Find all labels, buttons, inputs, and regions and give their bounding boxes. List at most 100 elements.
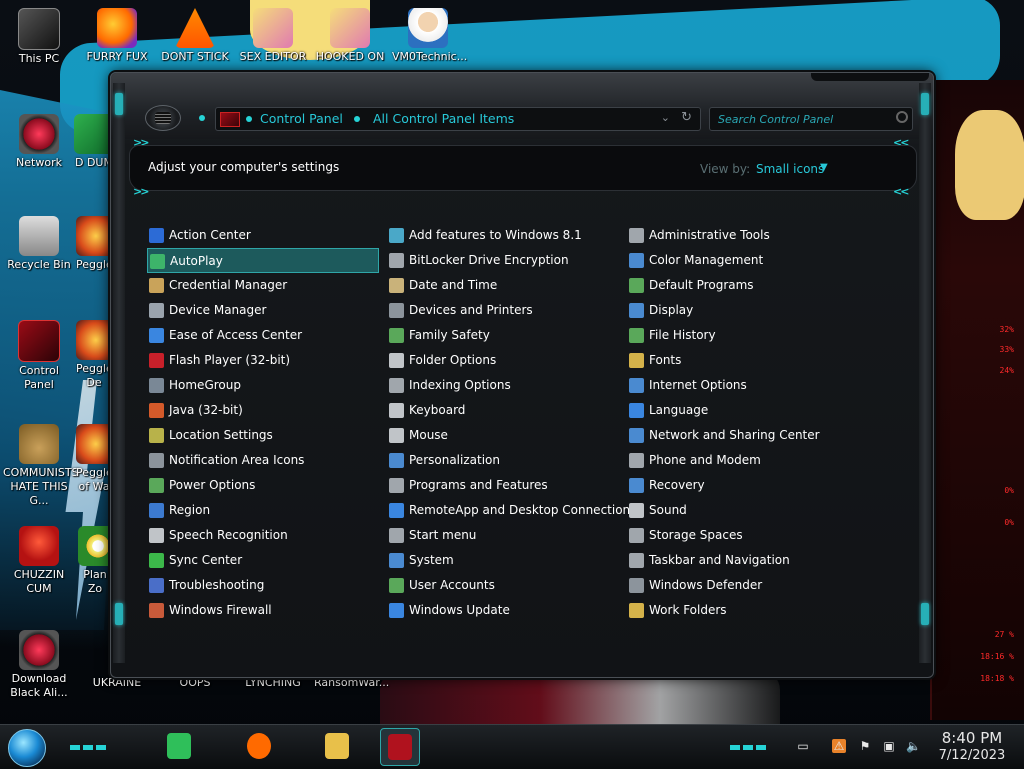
search-box[interactable] bbox=[709, 107, 913, 131]
desktop-icon-control-panel[interactable]: Control Panel bbox=[3, 320, 75, 392]
cp-item-system[interactable]: System bbox=[387, 548, 619, 573]
desktop-icon-this-pc[interactable]: This PC bbox=[3, 8, 75, 66]
desktop-icon-vm0technic[interactable]: VM0Technic... bbox=[392, 8, 467, 64]
cp-item-printer[interactable]: Devices and Printers bbox=[387, 298, 619, 323]
cp-item-label: Location Settings bbox=[169, 428, 273, 442]
breadcrumb-all-items[interactable]: All Control Panel Items bbox=[373, 111, 514, 126]
bitlocker-icon bbox=[389, 253, 404, 268]
cp-item-globe[interactable]: Region bbox=[147, 498, 379, 523]
cp-item-clock[interactable]: Date and Time bbox=[387, 273, 619, 298]
cp-item-label: Storage Spaces bbox=[649, 528, 743, 542]
cp-item-phone[interactable]: Phone and Modem bbox=[627, 448, 859, 473]
cp-item-taskbar[interactable]: Taskbar and Navigation bbox=[627, 548, 859, 573]
cp-item-user-accounts[interactable]: User Accounts bbox=[387, 573, 619, 598]
desktop-icon-lynching[interactable]: LYNCHING bbox=[237, 676, 309, 690]
desktop-icon-ransomware[interactable]: RansomWar... bbox=[314, 676, 389, 690]
cp-item-remoteapp[interactable]: RemoteApp and Desktop Connections bbox=[387, 498, 636, 523]
cp-item-admin-tools[interactable]: Administrative Tools bbox=[627, 223, 859, 248]
security-icon[interactable]: ⚠ bbox=[832, 739, 846, 753]
search-input[interactable] bbox=[716, 110, 890, 128]
system-clock[interactable]: 8:40 PM 7/12/2023 bbox=[932, 729, 1012, 764]
desktop-icon-chuzzin[interactable]: CHUZZIN CUM bbox=[3, 526, 75, 596]
java-icon bbox=[149, 403, 164, 418]
desktop-icon-peggle-deluxe[interactable]: Peggle De bbox=[76, 320, 112, 390]
cp-item-indexing[interactable]: Indexing Options bbox=[387, 373, 619, 398]
cp-item-windows-update[interactable]: Windows Update bbox=[387, 598, 619, 623]
cp-item-color-management[interactable]: Color Management bbox=[627, 248, 859, 273]
cp-item-vault[interactable]: Credential Manager bbox=[147, 273, 379, 298]
cp-item-java[interactable]: Java (32-bit) bbox=[147, 398, 379, 423]
cp-item-troubleshoot[interactable]: Troubleshooting bbox=[147, 573, 379, 598]
flag-icon[interactable]: ⚑ bbox=[858, 739, 872, 753]
desktop-icon-furry-fux[interactable]: FURRY FUX bbox=[81, 8, 153, 64]
cp-item-sync[interactable]: Sync Center bbox=[147, 548, 379, 573]
cp-item-location[interactable]: Location Settings bbox=[147, 423, 379, 448]
cp-item-family[interactable]: Family Safety bbox=[387, 323, 619, 348]
desktop-icon-communists[interactable]: COMMUNISTS HATE THIS G... bbox=[3, 424, 79, 508]
cp-item-default-programs[interactable]: Default Programs bbox=[627, 273, 859, 298]
desktop-icon-download-black[interactable]: Download Black Ali... bbox=[3, 630, 75, 700]
taskbar-button-firefox[interactable] bbox=[240, 728, 278, 764]
control-panel-items: Action Center AutoPlay Credential Manager D… bbox=[129, 209, 915, 659]
items-column: Administrative Tools Color Management Defa… bbox=[627, 223, 859, 623]
start-button[interactable] bbox=[8, 729, 46, 767]
sound-icon bbox=[629, 503, 644, 518]
cp-item-autoplay[interactable]: AutoPlay bbox=[147, 248, 379, 273]
desktop-icon-sex-editor[interactable]: SEX EDITOR bbox=[237, 8, 309, 64]
cp-item-folder-options[interactable]: Folder Options bbox=[387, 348, 619, 373]
cp-item-work-folders[interactable]: Work Folders bbox=[627, 598, 859, 623]
breadcrumb-control-panel[interactable]: Control Panel bbox=[260, 111, 343, 126]
cp-item-programs[interactable]: Programs and Features bbox=[387, 473, 619, 498]
cp-item-notification[interactable]: Notification Area Icons bbox=[147, 448, 379, 473]
cp-item-flag[interactable]: Action Center bbox=[147, 223, 379, 248]
search-icon[interactable] bbox=[896, 111, 908, 123]
desktop-icon-d-dum[interactable]: D DUM bbox=[74, 114, 114, 170]
cp-item-defender[interactable]: Windows Defender bbox=[627, 573, 859, 598]
back-forward-button[interactable] bbox=[145, 105, 181, 131]
desktop-icon-peggle[interactable]: Peggle bbox=[76, 216, 112, 272]
address-bar[interactable]: Control Panel All Control Panel Items ⌄ … bbox=[215, 107, 701, 131]
desktop-icon-hooked-on[interactable]: HOOKED ON bbox=[314, 8, 386, 64]
taskbar-button-notes-app[interactable] bbox=[160, 728, 198, 764]
cp-item-keyboard[interactable]: Keyboard bbox=[387, 398, 619, 423]
cp-item-fonts[interactable]: Fonts bbox=[627, 348, 859, 373]
chevron-down-icon[interactable]: ▼ bbox=[820, 162, 828, 173]
cp-item-homegroup[interactable]: HomeGroup bbox=[147, 373, 379, 398]
desktop-icon-dont-stick[interactable]: DONT STICK bbox=[159, 8, 231, 64]
desktop-icon-network[interactable]: Network bbox=[3, 114, 75, 170]
cp-item-sound[interactable]: Sound bbox=[627, 498, 859, 523]
cp-item-add-features[interactable]: Add features to Windows 8.1 bbox=[387, 223, 619, 248]
desktop-icon-plants-zombies[interactable]: Plan Zo bbox=[78, 526, 112, 596]
cp-item-storage[interactable]: Storage Spaces bbox=[627, 523, 859, 548]
refresh-icon[interactable]: ↻ bbox=[681, 110, 692, 125]
cp-item-personalization[interactable]: Personalization bbox=[387, 448, 619, 473]
taskbar-button-control-panel[interactable] bbox=[380, 728, 420, 766]
cp-item-bitlocker[interactable]: BitLocker Drive Encryption bbox=[387, 248, 619, 273]
cp-item-flash[interactable]: Flash Player (32-bit) bbox=[147, 348, 379, 373]
desktop-icon-peggle-wars[interactable]: Peggle of Wa bbox=[76, 424, 112, 494]
volume-icon[interactable]: 🔈 bbox=[906, 739, 921, 753]
network-icon[interactable]: ▣ bbox=[882, 739, 896, 753]
cp-item-device-manager[interactable]: Device Manager bbox=[147, 298, 379, 323]
cp-item-display[interactable]: Display bbox=[627, 298, 859, 323]
cp-item-internet-options[interactable]: Internet Options bbox=[627, 373, 859, 398]
desktop-icon-oops[interactable]: OOPS bbox=[159, 676, 231, 690]
cp-item-network-sharing[interactable]: Network and Sharing Center bbox=[627, 423, 859, 448]
cp-item-file-history[interactable]: File History bbox=[627, 323, 859, 348]
cp-item-start-menu[interactable]: Start menu bbox=[387, 523, 619, 548]
desktop-icon-ukraine[interactable]: UKRAINE bbox=[81, 676, 153, 690]
taskbar-button-file-explorer[interactable] bbox=[318, 728, 356, 764]
cp-item-mouse[interactable]: Mouse bbox=[387, 423, 619, 448]
view-by-dropdown[interactable]: Small icons bbox=[756, 162, 824, 176]
cp-item-language[interactable]: Language bbox=[627, 398, 859, 423]
cp-item-recovery[interactable]: Recovery bbox=[627, 473, 859, 498]
desktop-icon-recycle-bin[interactable]: Recycle Bin bbox=[3, 216, 75, 272]
cp-item-power[interactable]: Power Options bbox=[147, 473, 379, 498]
cp-item-firewall[interactable]: Windows Firewall bbox=[147, 598, 379, 623]
show-hidden-icon[interactable]: ▭ bbox=[796, 739, 810, 753]
microphone-icon bbox=[149, 528, 164, 543]
taskbar-led-strip bbox=[730, 739, 769, 750]
cp-item-microphone[interactable]: Speech Recognition bbox=[147, 523, 379, 548]
address-dropdown-icon[interactable]: ⌄ bbox=[661, 111, 670, 124]
cp-item-ease-of-access[interactable]: Ease of Access Center bbox=[147, 323, 379, 348]
